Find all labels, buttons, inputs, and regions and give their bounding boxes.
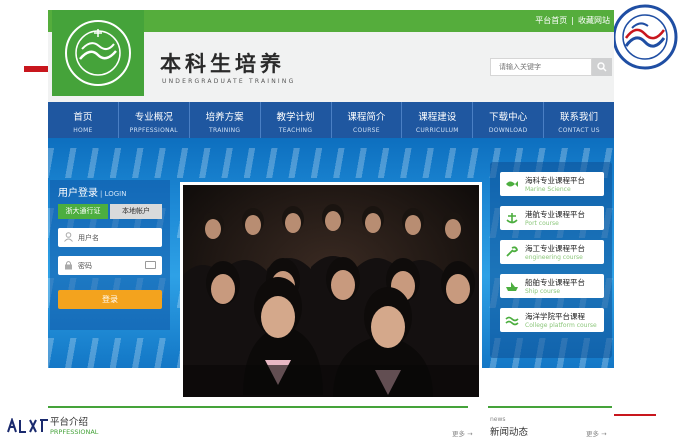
nav-label-en: CURRICULUM [415,127,459,134]
nav-label: 课程建设 [418,112,457,123]
university-seal-icon [612,4,678,70]
nav-label-en: DOWNLOAD [488,127,528,134]
password-placeholder: 密码 [78,262,92,270]
login-panel: 用户登录 | LOGIN 浙大通行证 本地帐户 用户名 密码 登录 [50,180,170,330]
nav-item-contact[interactable]: 联系我们 CONTACT US [544,102,614,138]
anchor-icon [506,213,518,224]
platform-intro-title: 平台介绍 [50,417,89,428]
platform-intro-more-link[interactable]: 更多 → [452,428,473,438]
platform-label: 船舶专业课程平台 [525,278,585,287]
wave-icon [505,316,519,326]
platform-label-en: Port course [525,220,559,227]
password-field[interactable]: 密码 [58,256,162,275]
platform-item-engineering[interactable]: 海工专业课程平台 engineering course [500,240,604,264]
nav-item-course[interactable]: 课程简介 COURSE [332,102,403,138]
nav-label-en: CONTACT US [558,127,600,134]
site-header: 本科生培养 UNDERGRADUATE TRAINING [48,10,614,102]
nav-label-en: TEACHING [278,127,313,134]
nav-label-en: TRAINING [209,127,241,134]
keyboard-icon[interactable] [145,261,156,269]
news-small-label: news [490,416,506,423]
course-platform-panel: 海科专业课程平台 Marine Science 港航专业课程平台 Port co… [490,162,612,358]
graduation-photo [180,182,482,400]
ship-icon [506,282,518,291]
login-button[interactable]: 登录 [58,290,162,309]
decorative-red-bar [24,66,48,72]
platform-label-en: engineering course [525,254,583,261]
platform-item-marine-science[interactable]: 海科专业课程平台 Marine Science [500,172,604,196]
news-title: 新闻动态 [490,427,529,438]
graduates-photo-illustration [183,185,479,397]
wrench-icon [506,246,518,257]
platform-item-college[interactable]: 海洋学院平台课程 College platform course [500,308,604,332]
nav-item-professional[interactable]: 专业概况 PRPFESSIONAL [119,102,190,138]
platform-label: 海洋学院平台课程 [525,312,585,321]
platform-label-en: Marine Science [525,186,571,193]
platform-label: 海科专业课程平台 [525,176,585,185]
platform-label-en: Ship course [525,288,561,295]
nav-label-en: HOME [73,127,93,134]
nav-label: 下载中心 [489,112,528,123]
news-more-link[interactable]: 更多 → [586,428,607,438]
login-title-en: | LOGIN [100,190,127,198]
nav-label: 课程简介 [347,112,386,123]
nav-item-download[interactable]: 下载中心 DOWNLOAD [473,102,545,138]
nav-item-curriculum[interactable]: 课程建设 CURRICULUM [402,102,474,138]
nav-label: 专业概况 [134,112,173,123]
user-icon [64,232,73,242]
platform-intro-subtitle: PRPFESSIONAL [50,428,99,436]
university-emblem-icon [65,20,131,86]
section-divider [48,406,468,408]
nav-label-en: COURSE [353,127,380,134]
search-input[interactable] [490,58,592,76]
search-button[interactable] [592,58,612,76]
platform-label: 港航专业课程平台 [525,210,585,219]
platform-label: 海工专业课程平台 [525,244,585,253]
platform-item-ship[interactable]: 船舶专业课程平台 Ship course [500,274,604,298]
nav-item-home[interactable]: 首页 HOME [48,102,119,138]
decorative-red-line [614,414,656,416]
fish-icon [506,181,518,187]
tab-local-account[interactable]: 本地帐户 [110,204,162,219]
university-logo[interactable] [52,10,144,96]
nav-label: 教学计划 [276,112,315,123]
topbar-separator: | [571,16,574,25]
nav-label: 联系我们 [560,112,599,123]
platform-label-en: College platform course [525,322,597,329]
lock-icon [65,261,72,270]
login-heading: 用户登录 | LOGIN [58,184,126,199]
site-title: 本科生培养 [160,51,285,76]
favorite-link[interactable]: 收藏网站 [578,16,610,25]
username-field[interactable]: 用户名 [58,228,162,247]
login-title: 用户登录 [58,188,98,199]
tab-zju-passport[interactable]: 浙大通行证 [58,204,108,219]
platform-item-port[interactable]: 港航专业课程平台 Port course [500,206,604,230]
nav-label-en: PRPFESSIONAL [129,127,178,134]
nav-label: 首页 [73,112,93,123]
main-nav: 首页 HOME 专业概况 PRPFESSIONAL 培养方案 TRAINING 教学计… [48,102,614,138]
section-divider [488,406,612,408]
website-frame: 平台首页 | 收藏网站 本科生培养 UNDERGRADUATE TRAINING 首… [48,10,614,442]
username-placeholder: 用户名 [78,234,99,242]
site-subtitle: UNDERGRADUATE TRAINING [162,78,296,85]
nav-item-teaching[interactable]: 教学计划 TEACHING [261,102,332,138]
home-link[interactable]: 平台首页 [535,16,567,25]
search-icon [597,62,607,72]
nav-item-training[interactable]: 培养方案 TRAINING [190,102,261,138]
nav-label: 培养方案 [205,112,244,123]
